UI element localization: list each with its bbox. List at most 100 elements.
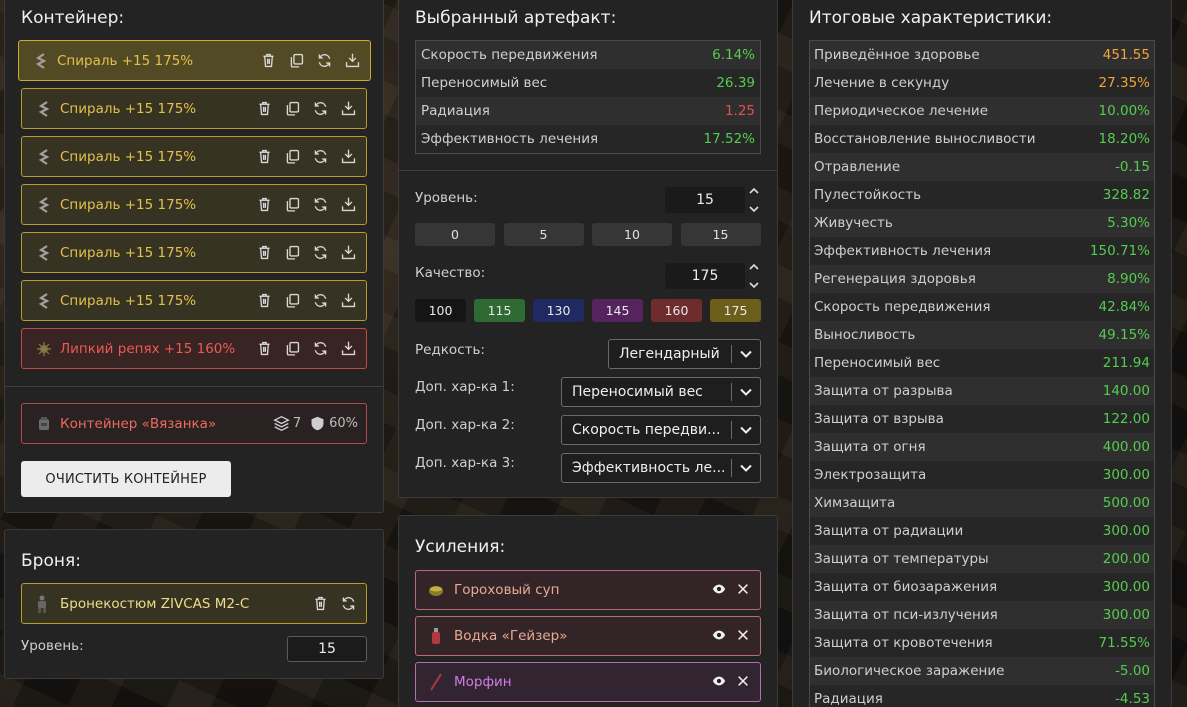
delete-armor-button[interactable] [311, 594, 330, 613]
load-artifact-button[interactable] [339, 195, 358, 214]
stat-value: 1.25 [724, 103, 755, 119]
extra3-value: Эффективность ле... [572, 460, 726, 476]
load-artifact-button[interactable] [339, 147, 358, 166]
stat-row: Защита от биозаражения 300.00 [810, 573, 1154, 601]
artifact-row[interactable]: Спираль +15 175% [21, 232, 367, 273]
quality-input[interactable]: 175 [665, 263, 745, 289]
quality-preset-button[interactable]: 160 [651, 299, 702, 322]
delete-artifact-button[interactable] [255, 291, 274, 310]
stat-value: 140.00 [1102, 383, 1150, 399]
extra2-select[interactable]: Скорость передви... [561, 415, 761, 445]
armor-item[interactable]: Бронекостюм ZIVCAS M2-C [21, 583, 367, 624]
container-item[interactable]: Контейнер «Вязанка» 7 60% [21, 403, 367, 444]
artifact-row[interactable]: Спираль +15 175% [18, 40, 371, 81]
toggle-visibility-button[interactable] [712, 627, 726, 646]
load-artifact-button[interactable] [343, 51, 362, 70]
stat-label: Защита от взрыва [814, 411, 944, 427]
stat-row: Защита от кровотечения 71.55% [810, 629, 1154, 657]
delete-artifact-button[interactable] [255, 99, 274, 118]
artifact-row[interactable]: Спираль +15 175% [21, 136, 367, 177]
stat-row: Скорость передвижения 42.84% [810, 293, 1154, 321]
load-artifact-button[interactable] [339, 243, 358, 262]
extra1-select[interactable]: Переносимый вес [561, 377, 761, 407]
container-protection: 60% [309, 415, 358, 432]
extra3-select[interactable]: Эффективность ле... [561, 453, 761, 483]
stat-row: Радиация -4.53 [810, 685, 1154, 707]
refresh-icon [314, 246, 327, 259]
delete-artifact-button[interactable] [255, 147, 274, 166]
close-icon [738, 629, 748, 640]
level-input[interactable]: 15 [665, 187, 745, 213]
load-artifact-button[interactable] [339, 99, 358, 118]
replace-artifact-button[interactable] [311, 99, 330, 118]
boost-name: Гороховый суп [454, 582, 560, 598]
clear-container-button[interactable]: ОЧИСТИТЬ КОНТЕЙНЕР [21, 461, 231, 497]
chevron-down-icon [732, 426, 760, 434]
download-icon [341, 293, 356, 308]
quality-preset-button[interactable]: 115 [474, 299, 525, 322]
remove-boost-button[interactable] [736, 581, 750, 600]
artifact-row[interactable]: Спираль +15 175% [21, 280, 367, 321]
replace-artifact-button[interactable] [311, 243, 330, 262]
quality-spinner[interactable] [749, 263, 761, 289]
chevron-up-icon[interactable] [749, 187, 759, 195]
stat-label: Регенерация здоровья [814, 271, 976, 287]
remove-boost-button[interactable] [736, 627, 750, 646]
replace-artifact-button[interactable] [311, 147, 330, 166]
copy-artifact-button[interactable] [283, 99, 302, 118]
chevron-down-icon[interactable] [749, 205, 759, 213]
quality-preset-button[interactable]: 130 [533, 299, 584, 322]
quality-preset-button[interactable]: 100 [415, 299, 466, 322]
copy-artifact-button[interactable] [287, 51, 306, 70]
replace-artifact-button[interactable] [315, 51, 334, 70]
toggle-visibility-button[interactable] [712, 673, 726, 692]
copy-icon [286, 197, 300, 212]
copy-artifact-button[interactable] [283, 243, 302, 262]
boosts-title: Усиления: [415, 537, 506, 557]
stat-value: -5.00 [1115, 663, 1150, 679]
copy-icon [286, 149, 300, 164]
artifact-row[interactable]: Спираль +15 175% [21, 184, 367, 225]
copy-artifact-button[interactable] [283, 339, 302, 358]
stat-value: 5.30% [1107, 215, 1150, 231]
delete-artifact-button[interactable] [255, 339, 274, 358]
chevron-up-icon[interactable] [749, 263, 759, 271]
level-preset-button[interactable]: 5 [503, 223, 584, 246]
quality-preset-button[interactable]: 145 [592, 299, 643, 322]
spiral-icon [36, 196, 52, 213]
replace-artifact-button[interactable] [311, 195, 330, 214]
artifact-row[interactable]: Спираль +15 175% [21, 88, 367, 129]
level-label: Уровень: [415, 190, 478, 206]
delete-artifact-button[interactable] [255, 243, 274, 262]
load-artifact-button[interactable] [339, 291, 358, 310]
load-artifact-button[interactable] [339, 339, 358, 358]
selected-artifact-stats: Скорость передвижения 6.14% Переносимый ве… [415, 40, 761, 154]
armor-level-input[interactable]: 15 [287, 636, 367, 662]
remove-boost-button[interactable] [736, 673, 750, 692]
chevron-down-icon[interactable] [749, 281, 759, 289]
level-preset-button[interactable]: 10 [592, 223, 672, 246]
boost-row[interactable]: Морфин [415, 662, 761, 702]
toggle-visibility-button[interactable] [712, 581, 726, 600]
boost-row[interactable]: Водка «Гейзер» [415, 616, 761, 656]
replace-armor-button[interactable] [339, 594, 358, 613]
artifact-row[interactable]: Липкий репях +15 160% [21, 328, 367, 369]
delete-artifact-button[interactable] [259, 51, 278, 70]
replace-artifact-button[interactable] [311, 339, 330, 358]
container-slots: 7 [272, 415, 301, 432]
copy-artifact-button[interactable] [283, 291, 302, 310]
download-icon [341, 197, 356, 212]
level-spinner[interactable] [749, 187, 761, 213]
stat-value: 17.52% [703, 131, 755, 147]
copy-artifact-button[interactable] [283, 195, 302, 214]
artifact-name: Спираль +15 175% [60, 292, 197, 309]
spiral-icon [36, 292, 52, 309]
quality-preset-button[interactable]: 175 [710, 299, 761, 322]
delete-artifact-button[interactable] [255, 195, 274, 214]
level-preset-button[interactable]: 15 [680, 223, 761, 246]
replace-artifact-button[interactable] [311, 291, 330, 310]
boost-row[interactable]: Гороховый суп [415, 570, 761, 610]
level-preset-button[interactable]: 0 [415, 223, 495, 246]
copy-artifact-button[interactable] [283, 147, 302, 166]
rarity-select[interactable]: Легендарный [608, 339, 761, 369]
